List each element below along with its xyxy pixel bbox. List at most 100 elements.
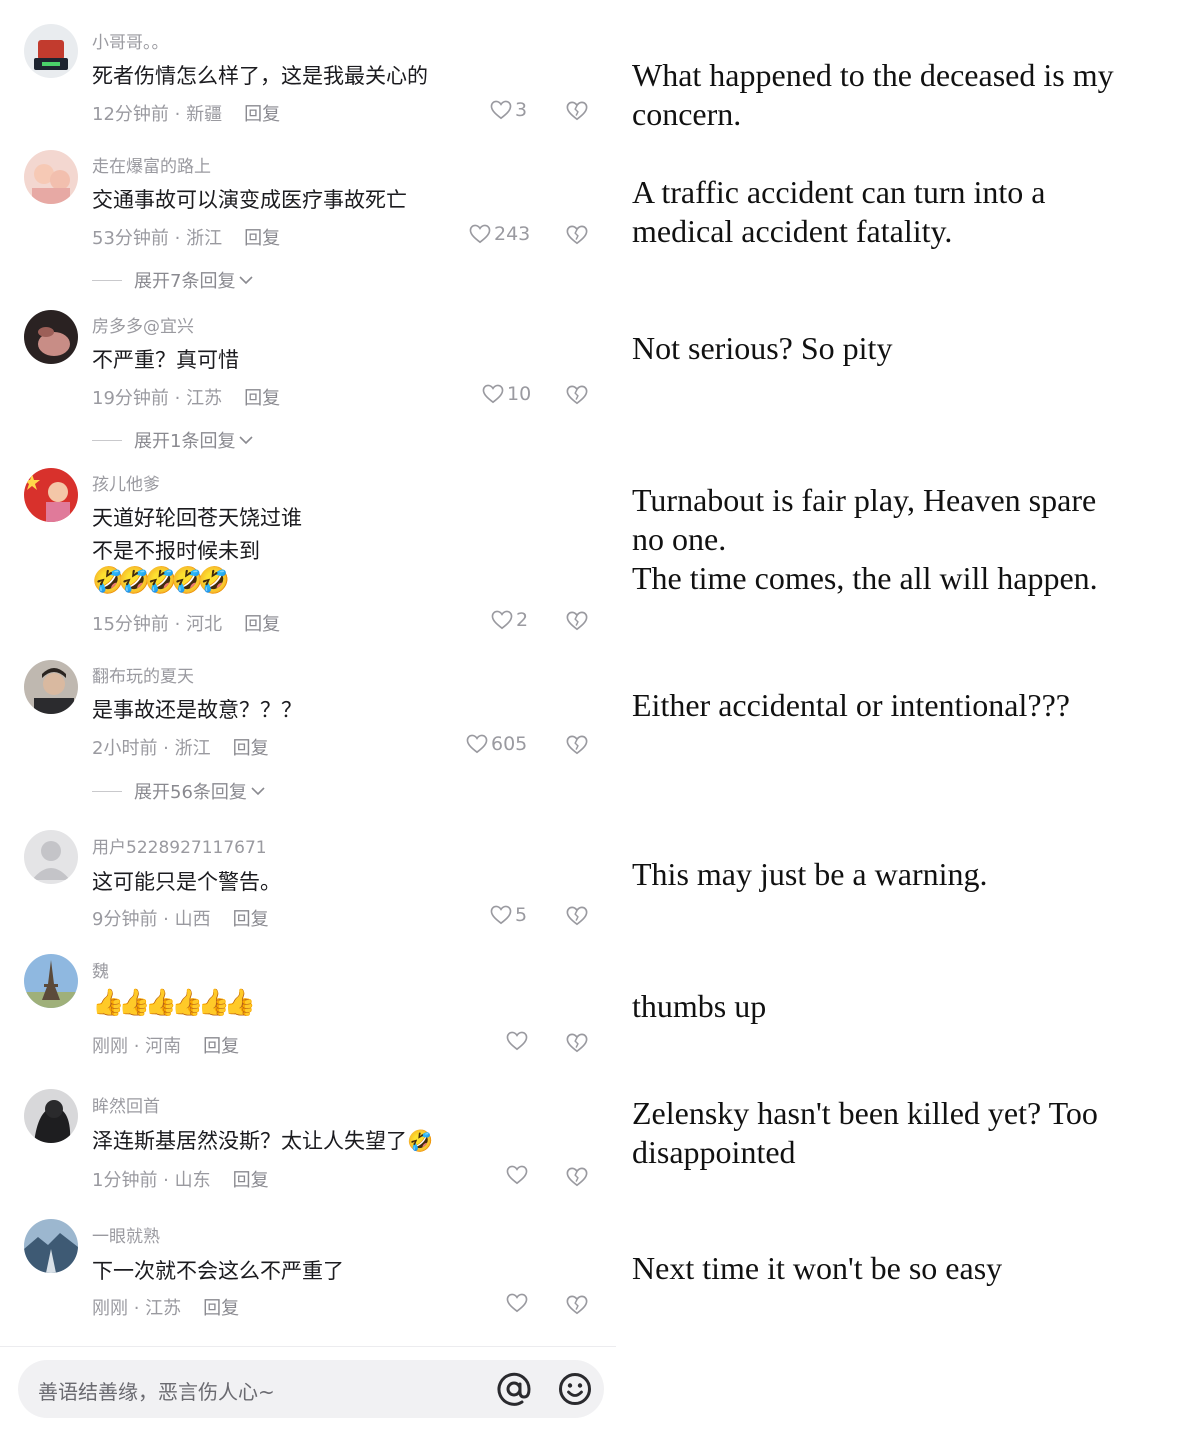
username[interactable]: 小哥哥。。 — [92, 28, 169, 53]
reply-button[interactable]: 回复 — [233, 1170, 269, 1191]
translation-line: thumbs up — [632, 988, 767, 1024]
broken-heart-icon[interactable] — [566, 1166, 588, 1188]
reply-button[interactable]: 回复 — [233, 738, 269, 759]
meta-separator: · — [128, 1298, 146, 1319]
like-count: 3 — [515, 99, 528, 121]
divider — [0, 1346, 616, 1347]
comment-time: 刚刚 — [92, 1298, 128, 1319]
comment-time: 15分钟前 — [92, 614, 169, 635]
comment-panel: 小哥哥。。 死者伤情怎么样了，这是我最关心的 12分钟前 · 新疆 回复 3 走在… — [0, 0, 616, 1430]
avatar[interactable] — [24, 660, 78, 714]
comment-input-bar[interactable]: 善语结善缘，恶言伤人心~ — [18, 1360, 604, 1418]
heart-icon — [506, 1031, 528, 1051]
like-button[interactable] — [506, 1293, 531, 1313]
comment-location: 江苏 — [186, 388, 223, 409]
avatar[interactable] — [24, 24, 78, 78]
translation-line: Zelensky hasn't been killed yet? Too — [632, 1095, 1098, 1131]
comment-text: 死者伤情怎么样了，这是我最关心的 — [92, 64, 428, 88]
expand-replies-button[interactable]: 展开7条回复 — [92, 267, 254, 293]
chevron-down-icon — [239, 436, 254, 445]
reply-button[interactable]: 回复 — [244, 388, 280, 409]
username[interactable]: 眸然回首 — [92, 1092, 160, 1117]
broken-heart-icon[interactable] — [566, 734, 588, 756]
like-button[interactable]: 2 — [491, 609, 528, 631]
translation-block: thumbs up — [632, 987, 1172, 1026]
broken-heart-icon[interactable] — [566, 384, 588, 406]
translation-block: Zelensky hasn't been killed yet? Too disa… — [632, 1094, 1172, 1172]
like-button[interactable]: 605 — [466, 733, 527, 755]
translation-line: The time comes, the all will happen. — [632, 560, 1098, 596]
translation-block: Next time it won't be so easy — [632, 1249, 1172, 1288]
avatar[interactable] — [24, 1219, 78, 1273]
username[interactable]: 用户5228927117671 — [92, 833, 267, 858]
reply-button[interactable]: 回复 — [203, 1036, 239, 1057]
like-count: 2 — [516, 609, 529, 631]
comment-meta: 12分钟前 · 新疆 回复 — [92, 100, 280, 126]
username[interactable]: 房多多@宜兴 — [92, 312, 194, 337]
username[interactable]: 孩儿他爹 — [92, 470, 160, 495]
broken-heart-icon[interactable] — [566, 224, 588, 246]
translation-line: medical accident fatality. — [632, 213, 953, 249]
heart-icon — [490, 905, 512, 925]
like-button[interactable] — [506, 1165, 531, 1185]
reply-button[interactable]: 回复 — [203, 1298, 239, 1319]
meta-separator: · — [168, 228, 187, 249]
comment-text-line2: 不是不报时候未到 — [92, 539, 260, 563]
comment-text: 不严重？真可惜 — [92, 348, 239, 372]
username[interactable]: 魏 — [92, 957, 109, 982]
heart-icon — [506, 1293, 528, 1313]
chevron-down-icon — [251, 787, 265, 796]
expand-line — [92, 439, 122, 441]
avatar[interactable] — [24, 468, 78, 522]
avatar[interactable] — [24, 310, 78, 364]
like-button[interactable]: 5 — [490, 904, 527, 926]
broken-heart-icon[interactable] — [566, 610, 588, 632]
username[interactable]: 走在爆富的路上 — [92, 152, 211, 177]
expand-replies-button[interactable]: 展开1条回复 — [92, 427, 254, 453]
broken-heart-icon[interactable] — [566, 100, 588, 122]
like-button[interactable]: 3 — [490, 99, 527, 121]
expand-replies-button[interactable]: 展开56条回复 — [92, 778, 265, 804]
comment-location: 新疆 — [186, 104, 223, 125]
emoji-icon[interactable] — [558, 1372, 592, 1406]
translation-line: no one. — [632, 521, 727, 557]
meta-separator: · — [157, 738, 175, 759]
heart-icon — [490, 100, 512, 120]
at-icon[interactable] — [496, 1371, 532, 1407]
comment-time: 19分钟前 — [92, 388, 169, 409]
comment-meta: 9分钟前 · 山西 回复 — [92, 905, 269, 931]
reply-button[interactable]: 回复 — [244, 104, 280, 125]
comment-meta: 刚刚 · 河南 回复 — [92, 1032, 239, 1058]
avatar[interactable] — [24, 954, 78, 1008]
comment-input-placeholder[interactable]: 善语结善缘，恶言伤人心~ — [38, 1376, 275, 1405]
avatar[interactable] — [24, 150, 78, 204]
comment-time: 12分钟前 — [92, 104, 169, 125]
like-button[interactable]: 243 — [469, 223, 530, 245]
username[interactable]: 一眼就熟 — [92, 1222, 160, 1247]
avatar[interactable] — [24, 830, 78, 884]
translation-line: Turnabout is fair play, Heaven spare — [632, 482, 1097, 518]
heart-icon — [469, 224, 491, 244]
reply-button[interactable]: 回复 — [233, 909, 269, 930]
reply-button[interactable]: 回复 — [244, 614, 280, 635]
reply-button[interactable]: 回复 — [244, 228, 280, 249]
translation-line: concern. — [632, 96, 742, 132]
meta-separator: · — [128, 1036, 146, 1057]
heart-icon — [506, 1165, 528, 1185]
username[interactable]: 翻布玩的夏天 — [92, 662, 194, 687]
comment-meta: 15分钟前 · 河北 回复 — [92, 610, 280, 636]
meta-separator: · — [168, 614, 187, 635]
chevron-down-icon — [239, 276, 254, 285]
avatar[interactable] — [24, 1089, 78, 1143]
broken-heart-icon[interactable] — [566, 905, 588, 927]
translation-block: Turnabout is fair play, Heaven spare no o… — [632, 481, 1172, 598]
comment-text: 这可能只是个警告。 — [92, 870, 281, 894]
comment-location: 浙江 — [174, 738, 211, 759]
comment-time: 53分钟前 — [92, 228, 169, 249]
broken-heart-icon[interactable] — [566, 1032, 588, 1054]
like-count: 605 — [491, 733, 528, 755]
comment-time: 1分钟前 — [92, 1170, 158, 1191]
broken-heart-icon[interactable] — [566, 1294, 588, 1316]
like-button[interactable] — [506, 1031, 531, 1051]
like-button[interactable]: 10 — [482, 383, 531, 405]
